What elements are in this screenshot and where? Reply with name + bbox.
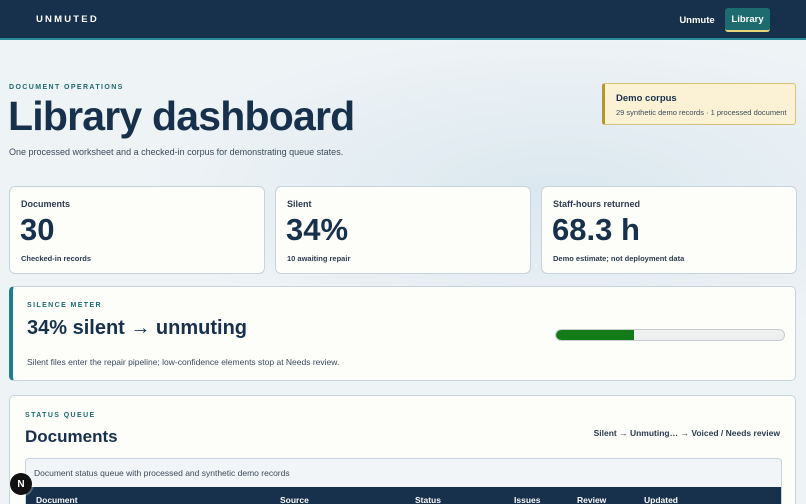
page-title: Library dashboard	[8, 93, 355, 139]
stat-note: Demo estimate; not deployment data	[553, 254, 685, 263]
status-flow-legend: Silent → Unmuting… → Voiced / Needs revi…	[593, 428, 780, 438]
status-queue-card: STATUS QUEUE Documents Silent → Unmuting…	[9, 395, 796, 504]
stat-value: 30	[20, 212, 55, 247]
stat-label: Documents	[21, 199, 71, 209]
stat-card-silent: Silent 34% 10 awaiting repair	[275, 186, 531, 274]
silence-meter-card: SILENCE METER 34% silent → unmuting Sile…	[9, 286, 796, 381]
status-queue-title: Documents	[25, 427, 118, 446]
table-caption: Document status queue with processed and…	[34, 468, 290, 478]
documents-table: Document status queue with processed and…	[25, 458, 782, 504]
column-header-issues[interactable]: Issues	[514, 495, 540, 504]
stat-note: 10 awaiting repair	[287, 254, 351, 263]
page-subtitle: One processed worksheet and a checked-in…	[9, 147, 344, 157]
stat-card-staff-hours: Staff-hours returned 68.3 h Demo estimat…	[541, 186, 797, 274]
demo-corpus-notice: Demo corpus 29 synthetic demo records · …	[602, 83, 796, 125]
demo-corpus-text: 29 synthetic demo records · 1 processed …	[616, 108, 787, 117]
brand-logo[interactable]: UNMUTED	[36, 14, 99, 25]
column-header-status[interactable]: Status	[415, 495, 441, 504]
stat-label: Silent	[287, 199, 312, 209]
silence-meter-eyebrow: SILENCE METER	[27, 302, 102, 309]
status-queue-eyebrow: STATUS QUEUE	[25, 412, 96, 419]
stat-label: Staff-hours returned	[553, 199, 641, 209]
column-header-document[interactable]: Document	[36, 495, 78, 504]
silence-progress-bar	[555, 329, 785, 341]
silence-progress-fill	[556, 330, 634, 340]
table-header-row: Document Source Status Issues Review Upd…	[26, 487, 781, 504]
nav-library-link[interactable]: Library	[725, 8, 770, 32]
stat-card-documents: Documents 30 Checked-in records	[9, 186, 265, 274]
column-header-source[interactable]: Source	[280, 495, 309, 504]
top-navigation-bar: UNMUTED Unmute Library	[0, 0, 806, 40]
stat-value: 68.3 h	[552, 212, 640, 247]
silence-meter-description: Silent files enter the repair pipeline; …	[27, 357, 340, 367]
silence-meter-title: 34% silent → unmuting	[27, 317, 248, 339]
page-eyebrow: DOCUMENT OPERATIONS	[9, 84, 124, 91]
demo-corpus-title: Demo corpus	[616, 93, 677, 104]
stat-note: Checked-in records	[21, 254, 92, 263]
column-header-updated[interactable]: Updated	[644, 495, 678, 504]
column-header-review[interactable]: Review	[577, 495, 606, 504]
floating-dev-badge[interactable]: N	[10, 473, 32, 495]
stat-value: 34%	[286, 212, 349, 247]
nav-unmute-link[interactable]: Unmute	[672, 8, 722, 32]
